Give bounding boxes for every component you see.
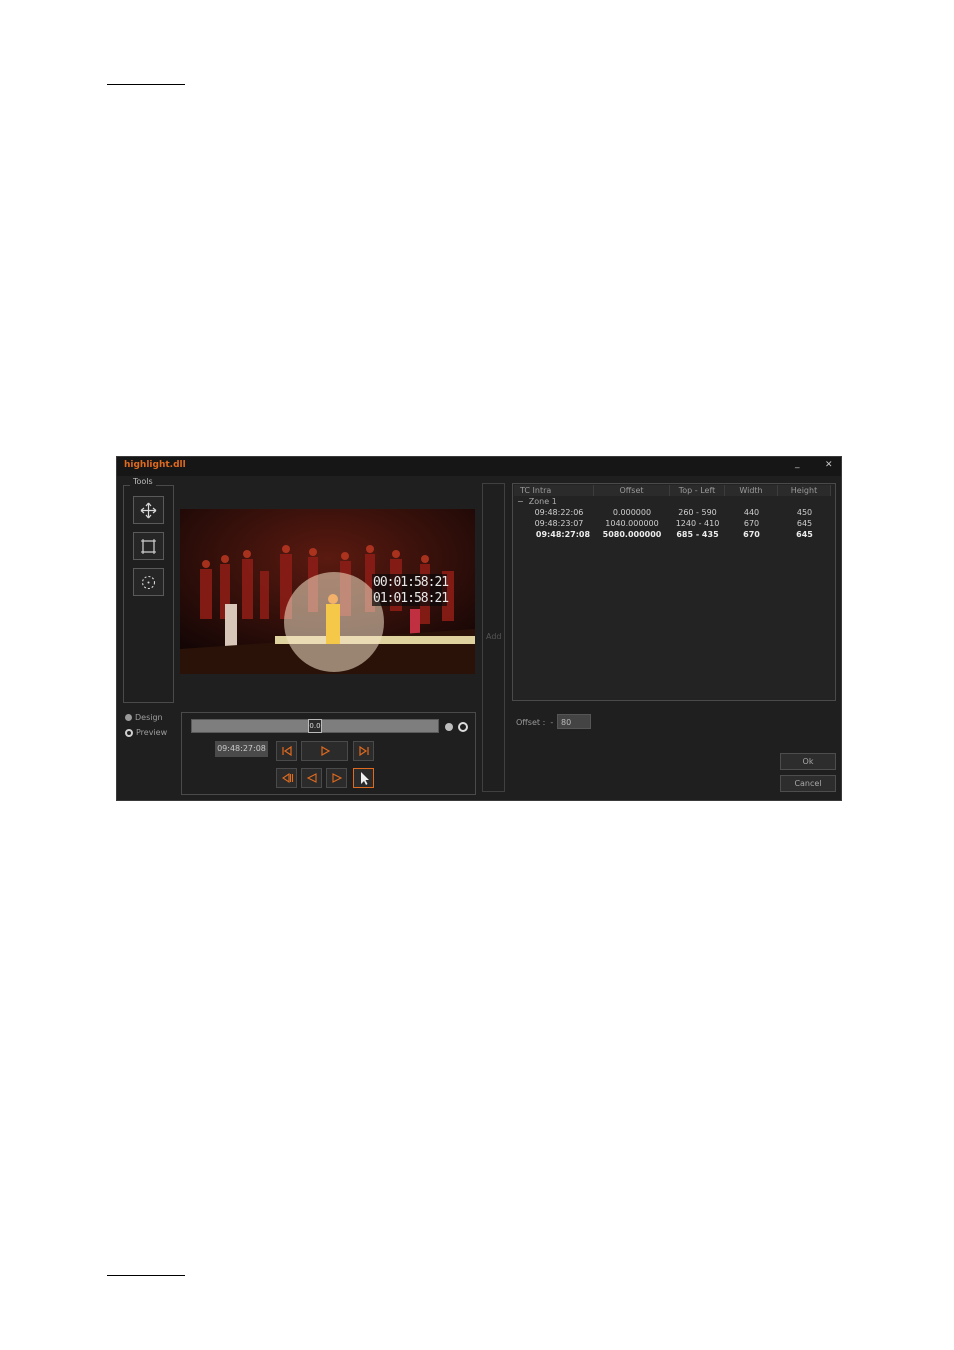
- timeline-slider[interactable]: 0.0: [191, 719, 439, 733]
- video-preview[interactable]: 00:01:58:21 01:01:58:21: [180, 509, 475, 674]
- go-to-end-icon: [358, 745, 369, 757]
- tc-intra-cell: 09:48:27:08: [535, 530, 591, 539]
- player-panel: 0.0 09:48:27:08: [181, 712, 476, 795]
- mark-out-icon[interactable]: [458, 722, 468, 732]
- radio-indicator-selected: [125, 728, 133, 737]
- step-back-icon: [306, 773, 317, 783]
- offset-cell: 1040.000000: [605, 519, 659, 528]
- timecode-display: 09:48:27:08: [215, 741, 268, 757]
- mark-in-icon[interactable]: [445, 723, 453, 731]
- step-forward-icon: [331, 773, 342, 783]
- pointer-icon: [360, 772, 369, 785]
- previous-keyframe-button[interactable]: [276, 768, 297, 788]
- column-header-height[interactable]: Height: [778, 485, 831, 496]
- move-icon: [140, 502, 157, 519]
- offset-input[interactable]: 80: [557, 714, 591, 729]
- tc-intra-cell: 09:48:22:06: [534, 508, 584, 517]
- cancel-button[interactable]: Cancel: [780, 775, 836, 792]
- design-radio-label: Design: [135, 713, 163, 722]
- rectangle-tool-button[interactable]: [133, 532, 164, 560]
- offset-cell: 5080.000000: [602, 530, 662, 539]
- width-cell: 670: [743, 530, 760, 539]
- width-cell: 670: [743, 519, 760, 528]
- previous-keyframe-icon: [281, 772, 293, 784]
- column-header-top-left[interactable]: Top - Left: [670, 485, 725, 496]
- top-left-cell: 1240 - 410: [675, 519, 720, 528]
- column-header-tc-intra[interactable]: TC Intra: [514, 485, 594, 496]
- step-forward-button[interactable]: [326, 768, 347, 788]
- ok-button[interactable]: Ok: [780, 753, 836, 770]
- go-to-end-button[interactable]: [353, 741, 374, 761]
- offset-label-text: Offset :: [516, 718, 546, 727]
- offset-label: Offset : -: [516, 718, 553, 727]
- highlight-dialog: highlight.dll _ ✕ Tools Design Preview 0…: [116, 456, 842, 801]
- slider-handle[interactable]: 0.0: [308, 719, 322, 733]
- play-icon: [320, 745, 330, 757]
- radio-indicator: [125, 714, 132, 721]
- collapse-icon[interactable]: −: [517, 497, 524, 506]
- pointer-button[interactable]: [353, 768, 374, 788]
- zone-label: Zone 1: [528, 497, 557, 506]
- column-header-offset[interactable]: Offset: [594, 485, 670, 496]
- add-button[interactable]: Add: [482, 483, 505, 792]
- ellipse-tool-button[interactable]: [133, 568, 164, 596]
- go-to-start-button[interactable]: [276, 741, 297, 761]
- video-timecode-top: 00:01:58:21: [373, 575, 449, 590]
- tc-intra-cell: 09:48:23:07: [534, 519, 584, 528]
- ellipse-icon: [141, 575, 156, 590]
- width-cell: 440: [743, 508, 760, 517]
- add-label: Add: [486, 632, 502, 641]
- go-to-start-icon: [281, 745, 292, 757]
- top-left-cell: 685 - 435: [676, 530, 719, 539]
- keyframe-table: TC Intra Offset Top - Left Width Height …: [512, 483, 836, 701]
- top-left-cell: 260 - 590: [678, 508, 717, 517]
- offset-cell: 0.000000: [612, 508, 652, 517]
- move-tool-button[interactable]: [133, 496, 164, 524]
- offset-sign: -: [550, 718, 554, 727]
- step-back-button[interactable]: [301, 768, 322, 788]
- window-title: highlight.dll: [124, 460, 186, 470]
- preview-radio[interactable]: Preview: [125, 728, 167, 737]
- minimize-button[interactable]: _: [795, 459, 800, 469]
- page-footer-rule: [107, 1275, 185, 1276]
- close-button[interactable]: ✕: [825, 460, 833, 470]
- rectangle-icon: [141, 539, 156, 554]
- title-bar: highlight.dll _ ✕: [117, 457, 841, 476]
- design-radio[interactable]: Design: [125, 713, 163, 722]
- height-cell: 450: [796, 508, 813, 517]
- height-cell: 645: [796, 530, 813, 539]
- height-cell: 645: [796, 519, 813, 528]
- zone-group-row[interactable]: − Zone 1: [517, 497, 557, 506]
- video-timecode-bottom: 01:01:58:21: [373, 591, 449, 606]
- column-header-width[interactable]: Width: [725, 485, 778, 496]
- tools-label: Tools: [130, 477, 156, 486]
- page-header-rule: [107, 84, 185, 85]
- preview-radio-label: Preview: [136, 728, 168, 737]
- play-button[interactable]: [301, 741, 348, 761]
